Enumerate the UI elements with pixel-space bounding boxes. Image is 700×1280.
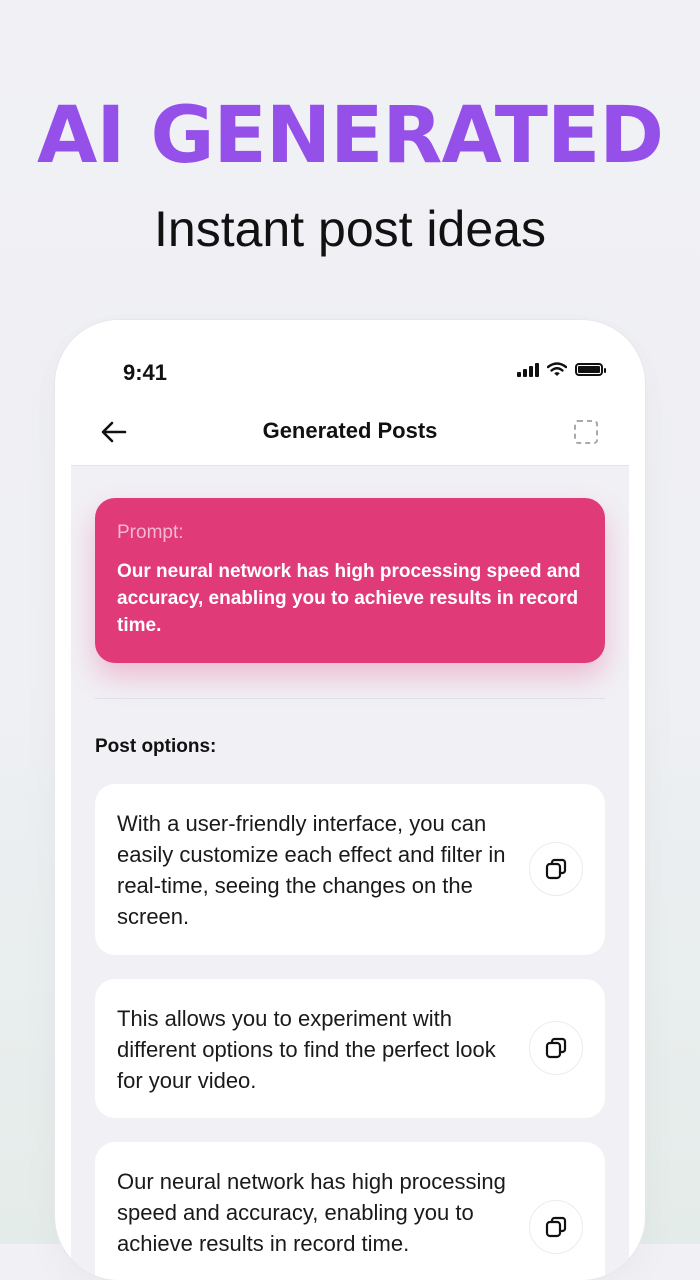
prompt-card: Prompt: Our neural network has high proc…	[95, 498, 605, 663]
hero-subtitle: Instant post ideas	[154, 201, 546, 257]
copy-icon	[545, 1037, 567, 1059]
app-screen: 9:41 Generated Posts Prompt: Our neural …	[71, 320, 629, 1280]
section-divider	[95, 698, 605, 699]
prompt-label: Prompt:	[117, 522, 184, 543]
prompt-text: Our neural network has high processing s…	[117, 561, 581, 636]
post-text: This allows you to experiment with diffe…	[117, 1006, 496, 1093]
status-icons	[517, 362, 606, 377]
copy-icon	[545, 858, 567, 880]
copy-icon	[545, 1216, 567, 1238]
status-time: 9:41	[123, 360, 168, 385]
copy-button[interactable]	[529, 1200, 583, 1254]
post-text: With a user-friendly interface, you can …	[117, 811, 506, 929]
page-title: Generated Posts	[262, 418, 438, 443]
copy-button[interactable]	[529, 842, 583, 896]
post-card: With a user-friendly interface, you can …	[95, 784, 605, 955]
battery-icon	[575, 363, 606, 376]
post-text: Our neural network has high processing s…	[117, 1169, 506, 1256]
app-header: 9:41 Generated Posts	[71, 320, 629, 466]
post-options-label: Post options:	[95, 736, 217, 757]
wifi-icon	[547, 362, 567, 376]
post-card: This allows you to experiment with diffe…	[95, 979, 605, 1118]
hero-title: AI GENERATED	[36, 91, 664, 181]
signal-icon	[517, 362, 539, 377]
select-all-icon[interactable]	[573, 419, 599, 445]
phone-frame: 9:41 Generated Posts Prompt: Our neural …	[55, 320, 645, 1280]
post-card: Our neural network has high processing s…	[95, 1142, 605, 1280]
copy-button[interactable]	[529, 1021, 583, 1075]
